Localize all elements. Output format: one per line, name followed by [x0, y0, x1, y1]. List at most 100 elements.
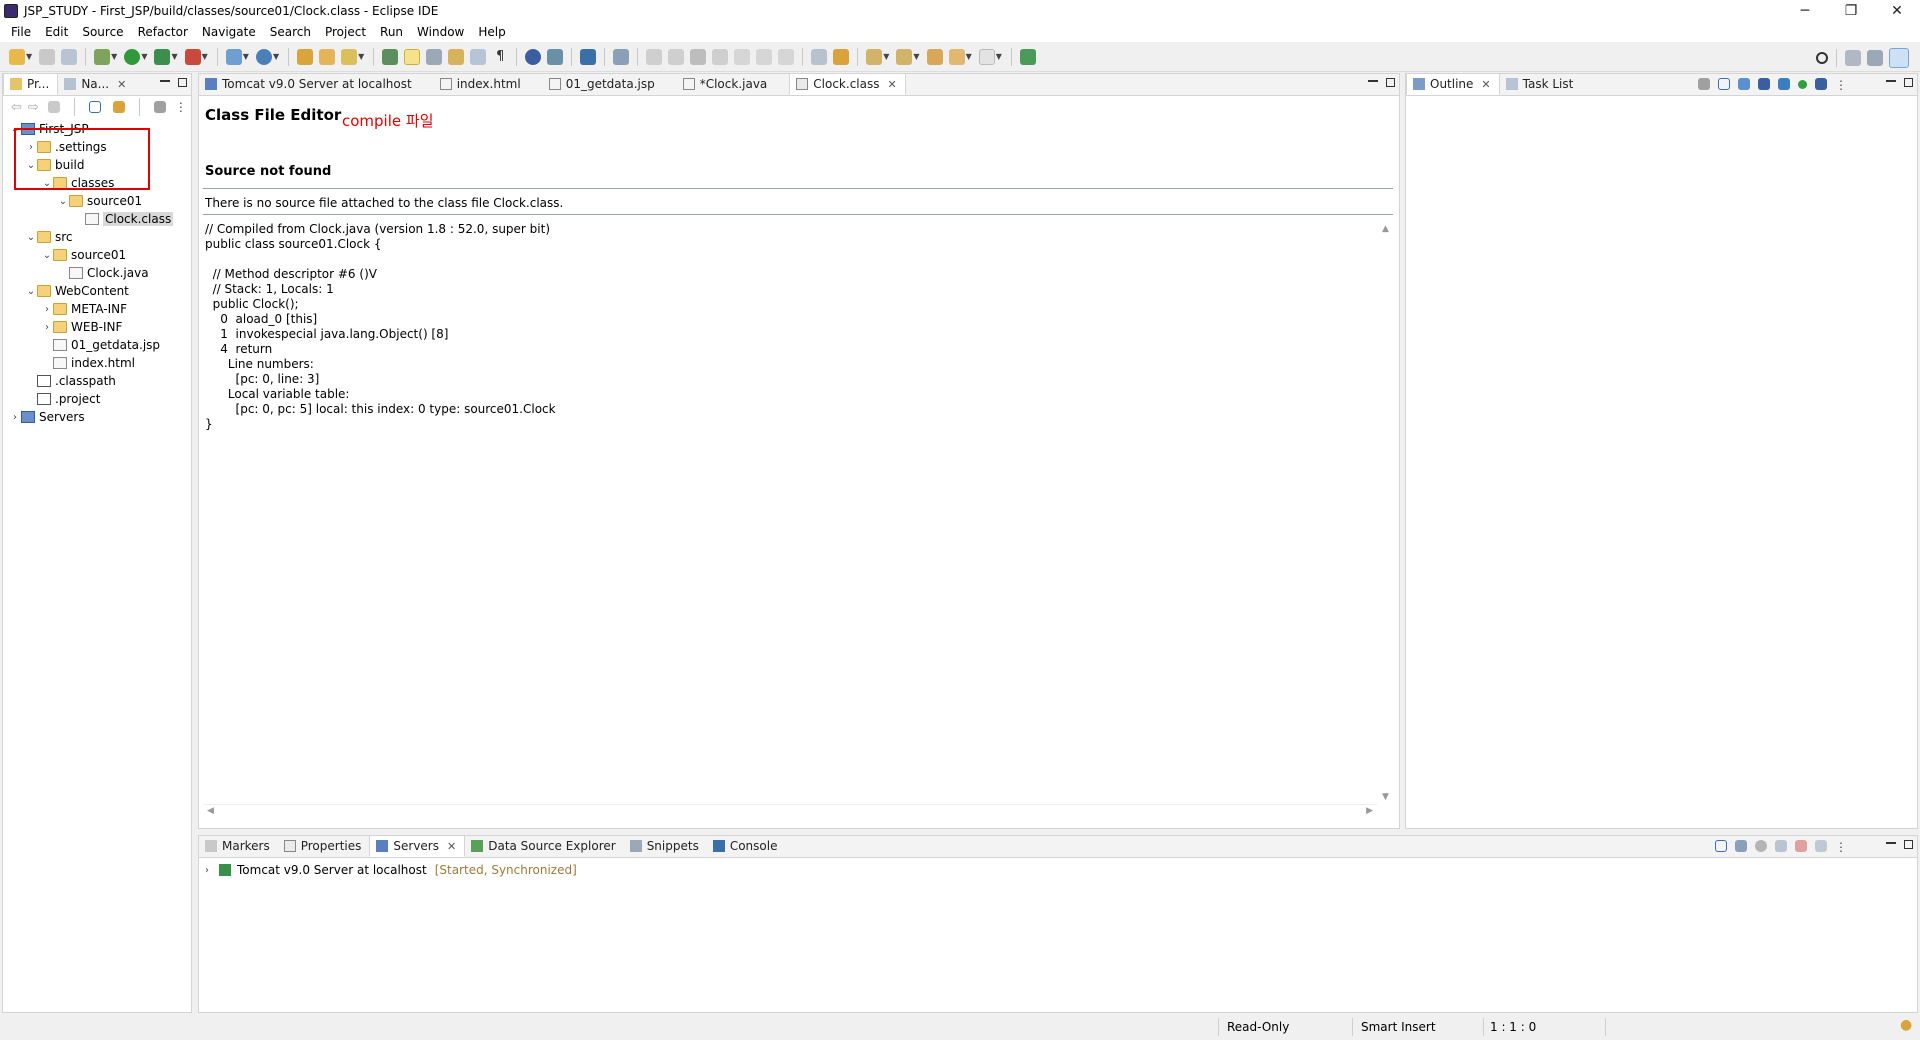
new-dropdown[interactable]: ▼: [26, 52, 32, 61]
tree-item[interactable]: › WEB-INF: [3, 318, 191, 336]
search-tool-dropdown[interactable]: ▼: [358, 52, 364, 61]
suspend-icon[interactable]: [668, 48, 685, 65]
chevron-right-icon[interactable]: ›: [9, 412, 21, 423]
open-task-icon[interactable]: [547, 48, 564, 65]
back-nav-icon[interactable]: ⇦: [11, 100, 22, 115]
new-server-icon[interactable]: [225, 48, 242, 65]
sort-icon[interactable]: [1738, 78, 1750, 90]
horizontal-scrollbar[interactable]: ◀ ▶: [203, 804, 1377, 818]
close-icon[interactable]: ✕: [447, 840, 456, 853]
chevron-right-icon[interactable]: ›: [41, 322, 53, 333]
hide-fields-icon[interactable]: [1758, 78, 1770, 90]
filter-icon[interactable]: [153, 101, 166, 113]
previous-annotation-dropdown[interactable]: ▼: [913, 52, 919, 61]
menu-run[interactable]: Run: [373, 25, 410, 39]
maximize-view-icon[interactable]: [1386, 78, 1395, 87]
forward-nav-icon[interactable]: ⇨: [28, 100, 39, 115]
menu-navigate[interactable]: Navigate: [195, 25, 263, 39]
save-all-icon[interactable]: [61, 48, 78, 65]
restore-button[interactable]: ❐: [1828, 0, 1874, 22]
tab-getdata-jsp[interactable]: 01_getdata.jsp: [543, 73, 663, 95]
block-selection-icon[interactable]: [426, 48, 443, 65]
lightbulb-icon[interactable]: ●: [1900, 1017, 1912, 1033]
run-icon[interactable]: [124, 48, 141, 65]
minimize-view-icon[interactable]: [1886, 842, 1896, 844]
up-icon[interactable]: [47, 101, 60, 113]
save-icon[interactable]: [39, 48, 56, 65]
tree-item[interactable]: ⌄ src: [3, 228, 191, 246]
close-button[interactable]: ✕: [1874, 0, 1920, 22]
view-menu-icon[interactable]: ⋮: [175, 100, 187, 114]
menu-file[interactable]: File: [4, 25, 38, 39]
tree-item[interactable]: ⌄ WebContent: [3, 282, 191, 300]
tab-index-html[interactable]: index.html: [434, 73, 529, 95]
resume-icon[interactable]: [646, 48, 663, 65]
tree-item[interactable]: .project: [3, 390, 191, 408]
forward-dropdown[interactable]: ▼: [996, 52, 1002, 61]
tab-task-list[interactable]: Task List: [1500, 73, 1582, 95]
new-web-dropdown[interactable]: ▼: [273, 52, 279, 61]
server-row[interactable]: › Tomcat v9.0 Server at localhost [Start…: [199, 861, 1917, 879]
tree-item[interactable]: › Servers: [3, 408, 191, 426]
close-icon[interactable]: ✕: [117, 78, 126, 91]
scroll-down-icon[interactable]: ▼: [1382, 792, 1389, 802]
tree-item[interactable]: .classpath: [3, 372, 191, 390]
tree-item[interactable]: › META-INF: [3, 300, 191, 318]
drop-to-frame-icon[interactable]: [811, 48, 828, 65]
search-icon[interactable]: [1816, 52, 1828, 64]
close-icon[interactable]: ✕: [888, 78, 897, 91]
menu-help[interactable]: Help: [471, 25, 512, 39]
minimize-view-icon[interactable]: [1886, 80, 1896, 82]
step-into-icon[interactable]: [734, 48, 751, 65]
vertical-scrollbar[interactable]: ▲ ▼: [1379, 222, 1393, 804]
publish-server-icon[interactable]: [1815, 840, 1827, 852]
tree-item[interactable]: index.html: [3, 354, 191, 372]
chevron-right-icon[interactable]: ›: [41, 304, 53, 315]
open-resource-icon[interactable]: [319, 48, 336, 65]
tab-outline[interactable]: Outline ✕: [1406, 73, 1500, 95]
new-web-icon[interactable]: [255, 48, 272, 65]
scroll-up-icon[interactable]: ▲: [1382, 224, 1389, 234]
java-perspective-icon[interactable]: [1889, 48, 1909, 68]
menu-refactor[interactable]: Refactor: [131, 25, 195, 39]
tab-tomcat-server[interactable]: Tomcat v9.0 Server at localhost: [199, 73, 420, 95]
view-menu-icon[interactable]: ⋮: [1835, 840, 1847, 854]
terminate-icon[interactable]: [690, 48, 707, 65]
previous-annotation-icon[interactable]: [896, 48, 913, 65]
java-ee-perspective-icon[interactable]: [1867, 50, 1883, 66]
close-icon[interactable]: ✕: [1481, 78, 1490, 91]
tab-clock-class[interactable]: Clock.class ✕: [789, 73, 906, 95]
tree-item[interactable]: ⌄ source01: [3, 192, 191, 210]
hide-non-public-icon[interactable]: [1798, 80, 1807, 89]
new-server-dropdown[interactable]: ▼: [243, 52, 249, 61]
minimize-view-icon[interactable]: [1368, 80, 1378, 82]
view-menu-icon[interactable]: ⋮: [1835, 78, 1847, 92]
link-editor-icon[interactable]: [112, 101, 125, 113]
hide-static-icon[interactable]: [1778, 78, 1790, 90]
tab-project-explorer[interactable]: Pr...: [3, 73, 59, 95]
tab-markers[interactable]: Markers: [199, 835, 278, 857]
back-dropdown[interactable]: ▼: [966, 52, 972, 61]
back-icon[interactable]: [948, 48, 965, 65]
stop-server-icon[interactable]: [1795, 840, 1807, 852]
tab-properties[interactable]: Properties: [278, 835, 370, 857]
debug-dropdown[interactable]: ▼: [111, 52, 117, 61]
minimize-button[interactable]: ─: [1782, 0, 1828, 22]
use-step-filters-icon[interactable]: [833, 48, 850, 65]
chevron-down-icon[interactable]: ⌄: [25, 232, 37, 243]
tree-item[interactable]: ⌄ source01: [3, 246, 191, 264]
maximize-view-icon[interactable]: [178, 78, 187, 87]
toggle-breadcrumb-icon[interactable]: [448, 48, 465, 65]
skip-breakpoints-icon[interactable]: [613, 48, 630, 65]
tab-navigator[interactable]: Na... ✕: [58, 73, 134, 95]
start-server-icon[interactable]: [1755, 840, 1767, 852]
last-edit-location-icon[interactable]: [926, 48, 943, 65]
external-tools-icon[interactable]: [184, 48, 201, 65]
debug-icon[interactable]: [94, 48, 111, 65]
collapse-all-icon[interactable]: [88, 101, 101, 113]
chevron-down-icon[interactable]: ⌄: [41, 250, 53, 261]
minimize-view-icon[interactable]: [160, 80, 170, 82]
tab-data-source-explorer[interactable]: Data Source Explorer: [465, 835, 623, 857]
tree-item[interactable]: 01_getdata.jsp: [3, 336, 191, 354]
tree-item[interactable]: Clock.class: [3, 210, 191, 228]
